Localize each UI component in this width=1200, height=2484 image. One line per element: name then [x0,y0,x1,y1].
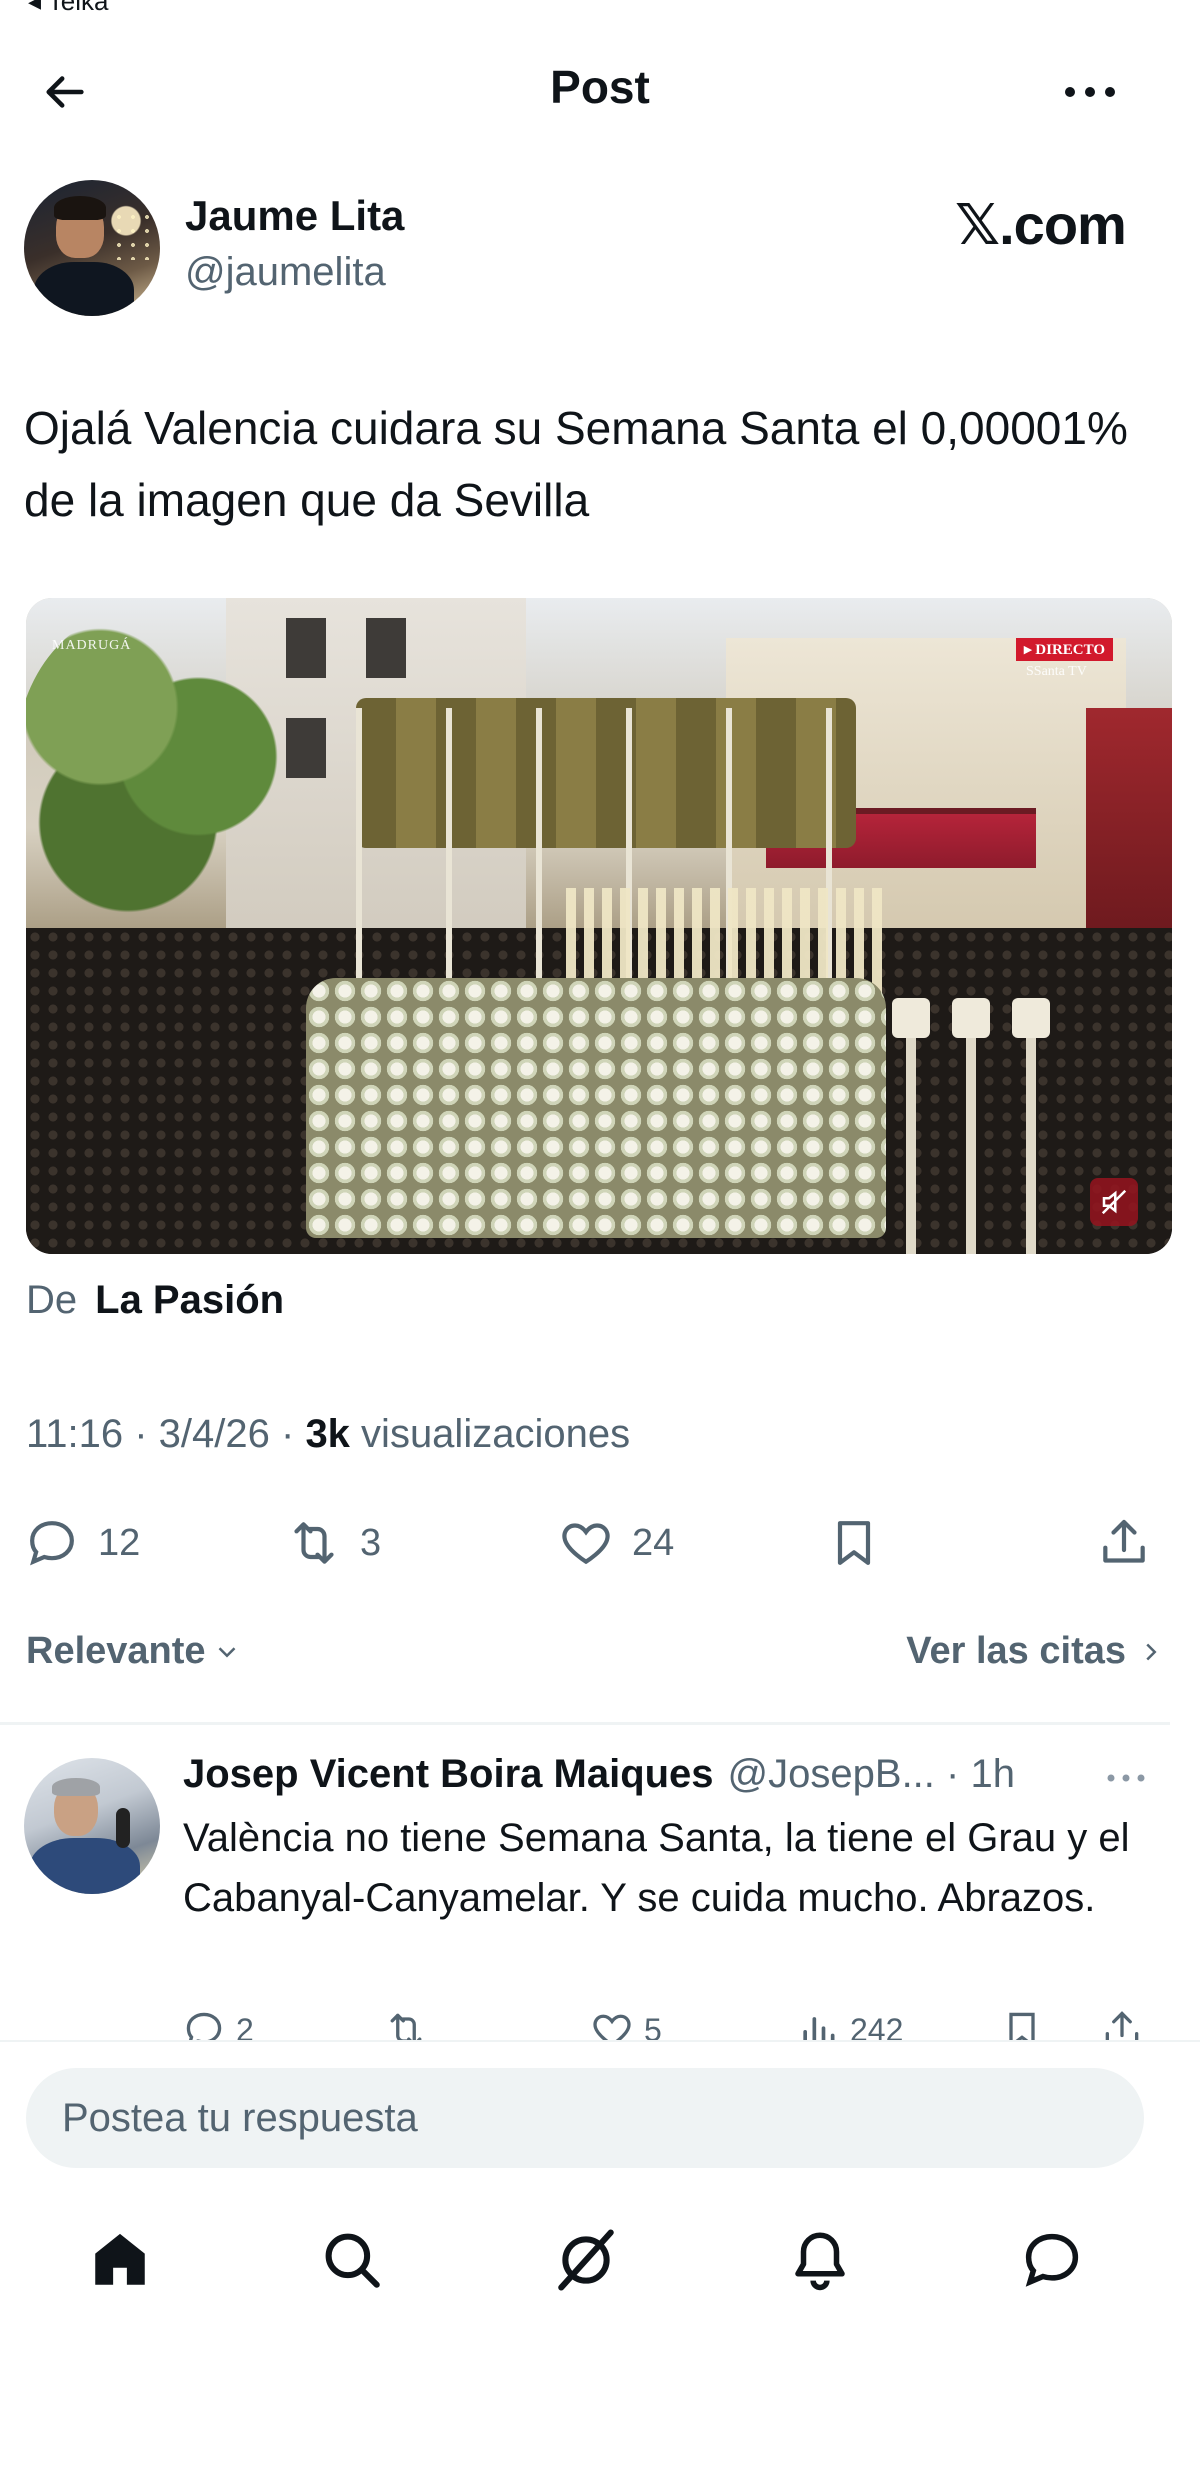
repost-action[interactable]: 3 [286,1508,381,1578]
nav-notifications[interactable] [780,2220,860,2300]
heart-icon [562,1523,610,1565]
nav-search[interactable] [312,2220,392,2300]
x-logo: 𝕏.com [955,193,1127,256]
author-name[interactable]: Jaume Lita [185,192,404,240]
bookmark-action[interactable] [826,1508,882,1578]
source-name[interactable]: La Pasión [95,1278,284,1322]
sort-label: Relevante [26,1630,206,1672]
source-prefix: De [26,1278,78,1322]
search-icon [325,2233,380,2288]
view-quotes-link[interactable]: Ver las citas [906,1630,1166,1673]
author-handle[interactable]: @jaumelita [185,250,386,295]
post-text: Ojalá Valencia cuidara su Semana Santa e… [24,402,1128,526]
bookmark-icon [837,1521,871,1565]
share-action[interactable] [1096,1508,1152,1578]
sort-dropdown[interactable]: Relevante [26,1630,242,1673]
page-title: Post [550,61,650,113]
live-badge: ▸ DIRECTO [1016,638,1114,661]
post-video[interactable]: MADRUGÁ ▸ DIRECTO SSanta TV [26,598,1172,1254]
nav-grok[interactable] [546,2220,626,2300]
source-line: De La Pasión [26,1272,284,1328]
nav-messages[interactable] [1012,2220,1092,2300]
reply-count: 12 [98,1521,141,1564]
grok-icon [558,2229,614,2291]
views-label: visualizaciones [349,1412,631,1456]
reply-input[interactable]: Postea tu respuesta [26,2068,1144,2168]
repost-count: 3 [360,1521,382,1564]
more-horizontal-icon [1065,87,1115,97]
post-meta: 11:16 · 3/4/26 · 3k visualizaciones [26,1412,630,1457]
bell-icon [795,2232,845,2291]
chevron-down-icon [218,1646,235,1658]
more-options-button[interactable] [1050,62,1130,122]
chat-icon [1025,2233,1079,2287]
nav-home[interactable] [80,2220,160,2300]
chevron-right-icon [1146,1643,1157,1660]
like-action[interactable]: 24 [558,1508,674,1578]
top-bar: Post [0,40,1200,136]
status-back-app[interactable]: ◂ Telka [28,0,109,17]
like-count: 24 [632,1521,675,1564]
author-avatar[interactable] [24,180,160,316]
reply-avatar[interactable] [24,1758,160,1894]
repost-icon [294,1522,334,1564]
divider [0,1722,1170,1725]
reply-header: Josep Vicent Boira Maiques @JosepB... · … [183,1752,1015,1797]
volume-muted-icon [1101,1189,1127,1215]
reply-action[interactable]: 12 [24,1508,140,1578]
reply-author-handle[interactable]: @JosepB... · 1h [728,1752,1015,1797]
view-quotes-label: Ver las citas [906,1630,1126,1672]
reply-author-name[interactable]: Josep Vicent Boira Maiques [183,1752,714,1797]
views-count: 3k [305,1412,350,1456]
mute-button[interactable] [1090,1178,1138,1226]
video-watermark: MADRUGÁ [52,638,132,653]
timestamp: 11:16 · 3/4/26 · [26,1412,306,1456]
reply-text: València no tiene Semana Santa, la tiene… [183,1816,1130,1920]
home-icon [95,2233,145,2285]
reply-more-button[interactable] [1096,1758,1156,1798]
reply-icon [30,1521,74,1566]
more-horizontal-icon [1107,1774,1145,1782]
share-icon [1103,1519,1145,1563]
channel-label: SSanta TV [1026,664,1087,679]
